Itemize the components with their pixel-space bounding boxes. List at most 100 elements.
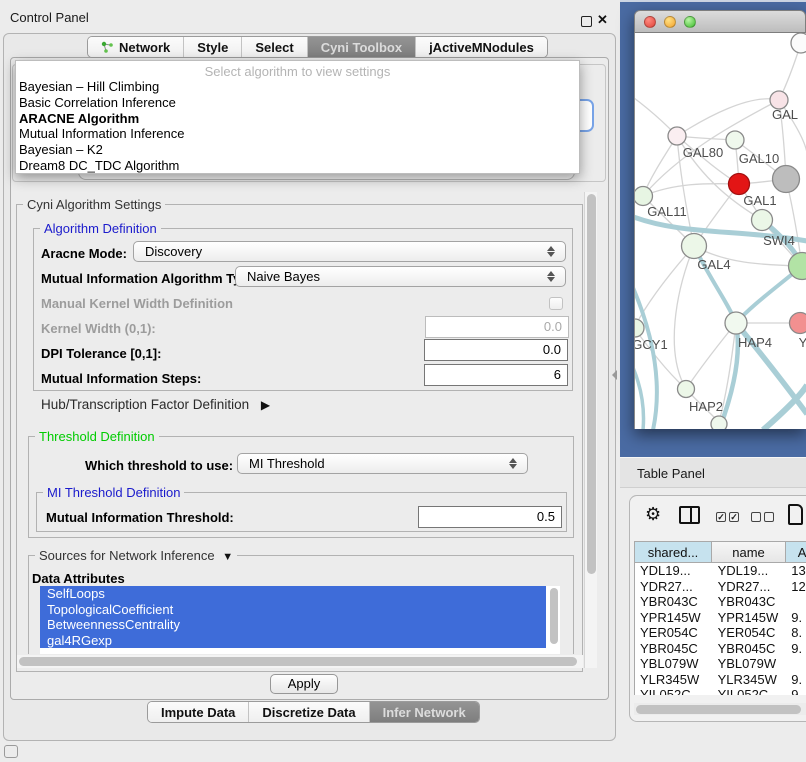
node-GCY1[interactable] [635, 319, 644, 337]
node-GAL80[interactable] [668, 127, 686, 145]
node-GAL11[interactable] [635, 187, 653, 206]
cell[interactable]: 9 [786, 687, 806, 695]
hub-section-header[interactable]: Hub/Transcription Factor Definition ▶ [41, 397, 270, 412]
tab-network[interactable]: Network [88, 37, 184, 57]
split-pane-handle-icon[interactable] [612, 370, 617, 380]
deselect-all-columns-icon[interactable] [751, 512, 761, 522]
settings-vscrollbar-thumb[interactable] [587, 194, 596, 574]
cell[interactable]: 13... [786, 563, 806, 579]
cell[interactable]: YIL052C [713, 687, 787, 695]
table-row[interactable]: YBR045CYBR045C9. [635, 641, 806, 657]
tab-style[interactable]: Style [184, 37, 242, 57]
dpi-tolerance-field[interactable]: 0.0 [424, 339, 568, 361]
table-row[interactable]: YER054CYER054C8. [635, 625, 806, 641]
table-row[interactable]: YDR27...YDR27...12... [635, 579, 806, 595]
collapse-down-icon[interactable]: ▼ [222, 551, 233, 563]
table-row[interactable]: YBR043CYBR043C [635, 594, 806, 610]
network-canvas[interactable]: GAL GAL80 GAL10 GAL1 GAL11 SWI4 GAL4 GCY… [634, 33, 806, 429]
tab-cyni-toolbox[interactable]: Cyni Toolbox [308, 37, 416, 57]
node-HAP4[interactable] [725, 312, 747, 334]
float-panel-icon[interactable] [581, 16, 592, 27]
cell[interactable]: 9. [786, 610, 806, 626]
cell[interactable]: YDL19... [635, 563, 713, 579]
mi-steps-field[interactable]: 6 [424, 364, 568, 386]
table-row[interactable]: YIL052CYIL052C9 [635, 687, 806, 695]
cell[interactable] [786, 656, 806, 672]
zoom-traffic-light[interactable] [684, 16, 696, 28]
node-GAL1[interactable] [729, 174, 750, 195]
table-hscrollbar-thumb[interactable] [636, 705, 801, 714]
close-icon[interactable]: ✕ [597, 12, 608, 28]
kernel-width-field[interactable]: 0.0 [425, 316, 569, 338]
cell[interactable]: YBL079W [635, 656, 713, 672]
new-table-icon[interactable] [788, 504, 803, 525]
node[interactable] [711, 416, 727, 429]
cell[interactable]: YER054C [713, 625, 787, 641]
list-scrollbar-thumb[interactable] [550, 588, 558, 644]
list-scrollbar[interactable] [548, 586, 560, 654]
table-row[interactable]: YLR345WYLR345W9. [635, 672, 806, 688]
which-threshold-select[interactable]: MI Threshold [237, 453, 528, 474]
minimized-panel-icon[interactable] [4, 745, 18, 758]
expand-right-icon[interactable]: ▶ [261, 398, 270, 412]
settings-hscrollbar[interactable] [17, 655, 583, 668]
cell[interactable]: YLR345W [713, 672, 787, 688]
algorithm-option[interactable]: Dream8 DC_TDC Algorithm [16, 158, 579, 174]
cell[interactable]: YBR045C [635, 641, 713, 657]
column-browser-icon[interactable] [679, 506, 700, 524]
mi-type-select[interactable]: Naive Bayes [235, 266, 566, 287]
node-HAP2[interactable] [678, 381, 695, 398]
algorithm-option[interactable]: Basic Correlation Inference [16, 95, 579, 111]
cell[interactable]: 8. [786, 625, 806, 641]
cell[interactable] [786, 594, 806, 610]
attribute-item[interactable]: TopologicalCoefficient [40, 602, 546, 618]
mi-threshold-field[interactable]: 0.5 [418, 506, 562, 528]
settings-vscrollbar[interactable] [584, 192, 597, 668]
tab-select[interactable]: Select [242, 37, 307, 57]
cell[interactable]: YIL052C [635, 687, 713, 695]
select-all-columns-icon[interactable]: ✓ [716, 512, 726, 522]
node[interactable] [791, 33, 806, 53]
deselect-all-columns-icon2[interactable] [764, 512, 774, 522]
apply-button[interactable]: Apply [270, 674, 338, 694]
node-GAL4[interactable] [682, 234, 707, 259]
column-header-shared-name[interactable]: shared... [634, 541, 712, 563]
minimize-traffic-light[interactable] [664, 16, 676, 28]
attribute-item[interactable]: SelfLoops [40, 586, 546, 602]
cell[interactable]: YBR043C [713, 594, 787, 610]
tab-jactivemnodules[interactable]: jActiveMNodules [416, 37, 547, 57]
network-window-titlebar[interactable] [634, 10, 806, 33]
table-row[interactable]: YBL079WYBL079W [635, 656, 806, 672]
cell[interactable]: 9. [786, 641, 806, 657]
algorithm-option[interactable]: Bayesian – Hill Climbing [16, 79, 579, 95]
tab-impute-data[interactable]: Impute Data [148, 702, 249, 722]
cell[interactable]: 9. [786, 672, 806, 688]
cell[interactable]: 12... [786, 579, 806, 595]
algorithm-option-selected[interactable]: ARACNE Algorithm [16, 111, 579, 127]
tab-infer-network[interactable]: Infer Network [370, 702, 479, 722]
cell[interactable]: YPR145W [713, 610, 787, 626]
node[interactable] [773, 166, 800, 193]
cell[interactable]: YLR345W [635, 672, 713, 688]
cell[interactable]: YBR043C [635, 594, 713, 610]
attribute-item[interactable]: gal4RGexp [40, 633, 546, 649]
algorithm-option[interactable]: Mutual Information Inference [16, 126, 579, 142]
settings-hscrollbar-thumb[interactable] [19, 657, 577, 666]
tab-discretize-data[interactable]: Discretize Data [249, 702, 369, 722]
table-hscrollbar[interactable] [634, 703, 806, 715]
table-row[interactable]: YDL19...YDL19...13... [635, 563, 806, 579]
node-GAL10[interactable] [726, 131, 744, 149]
cell[interactable]: YBR045C [713, 641, 787, 657]
gear-icon[interactable]: ⚙ [645, 504, 661, 525]
algorithm-option[interactable]: Bayesian – K2 [16, 142, 579, 158]
node-Y[interactable] [790, 313, 806, 334]
cell[interactable]: YER054C [635, 625, 713, 641]
select-all-columns-icon2[interactable]: ✓ [729, 512, 739, 522]
cell[interactable]: YBL079W [713, 656, 787, 672]
attribute-item[interactable]: BetweennessCentrality [40, 617, 546, 633]
close-traffic-light[interactable] [644, 16, 656, 28]
column-header-name[interactable]: name [712, 541, 786, 563]
manual-kernel-checkbox[interactable] [549, 297, 563, 310]
aracne-mode-select[interactable]: Discovery [133, 241, 566, 262]
cell[interactable]: YPR145W [635, 610, 713, 626]
